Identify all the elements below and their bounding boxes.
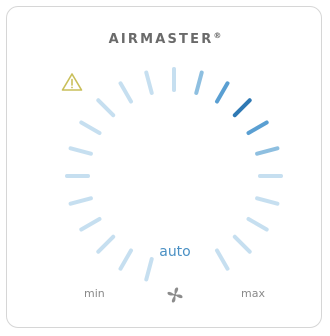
- fan-icon[interactable]: [165, 285, 185, 305]
- dial-tick[interactable]: [144, 70, 154, 95]
- dial-tick[interactable]: [96, 234, 116, 254]
- dial-tick[interactable]: [118, 248, 133, 271]
- dial-tick[interactable]: [68, 146, 93, 156]
- dial-tick[interactable]: [232, 234, 252, 254]
- min-label: min: [84, 287, 105, 300]
- dial-tick[interactable]: [255, 196, 280, 206]
- dial-tick[interactable]: [246, 120, 269, 135]
- dial-tick[interactable]: [232, 98, 252, 118]
- dial-tick[interactable]: [255, 146, 280, 156]
- dial-tick[interactable]: [144, 257, 154, 282]
- dial-tick[interactable]: [118, 81, 133, 104]
- dial-tick[interactable]: [194, 70, 204, 95]
- dial-tick[interactable]: [79, 120, 102, 135]
- dial-tick[interactable]: [79, 217, 102, 232]
- max-label: max: [241, 287, 265, 300]
- dial-tick[interactable]: [68, 196, 93, 206]
- dial-tick[interactable]: [96, 98, 116, 118]
- dial-tick[interactable]: [246, 217, 269, 232]
- dial-tick[interactable]: [215, 81, 230, 104]
- dial-tick[interactable]: [215, 248, 230, 271]
- mode-label[interactable]: auto: [145, 244, 205, 260]
